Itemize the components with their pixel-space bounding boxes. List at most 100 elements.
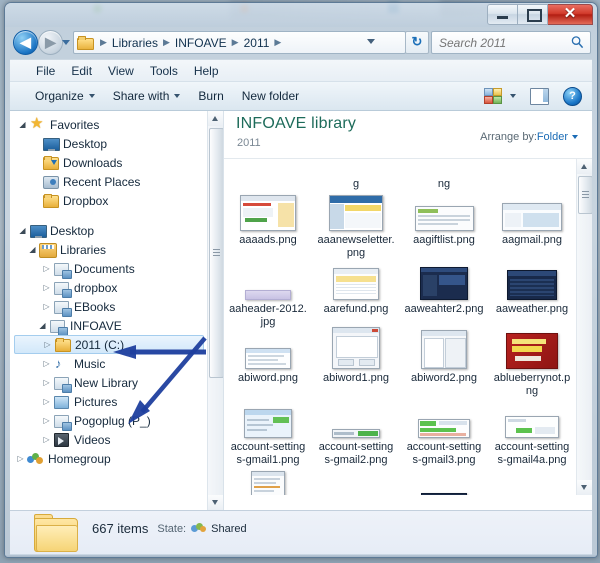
sidebar-item-2011[interactable]: ▷ 2011 (C:) — [14, 335, 204, 354]
file-item[interactable]: aaanewseletter.png — [312, 191, 400, 260]
file-item[interactable]: ng — [400, 159, 488, 191]
menu-item-tools[interactable]: Tools — [142, 62, 186, 80]
expand-toggle-icon[interactable]: ◢ — [26, 245, 39, 254]
file-item[interactable]: aagiftlist.png — [400, 191, 488, 260]
file-item[interactable]: abiword.png — [224, 329, 312, 398]
music-icon: ♪ — [55, 356, 62, 371]
scroll-down-button[interactable] — [208, 495, 223, 510]
expand-toggle-icon[interactable]: ▷ — [40, 264, 53, 273]
file-item[interactable] — [224, 467, 312, 495]
sidebar-item-downloads[interactable]: Downloads — [10, 153, 208, 172]
expand-toggle-icon[interactable]: ▷ — [40, 397, 53, 406]
menu-item-file[interactable]: File — [28, 62, 63, 80]
search-input[interactable] — [432, 34, 569, 51]
refresh-button[interactable]: ↻ — [405, 31, 429, 54]
minimize-button[interactable] — [487, 4, 518, 25]
sidebar-item-desktop[interactable]: ◢ Desktop — [10, 221, 208, 240]
sidebar-item-infoave[interactable]: ◢ INFOAVE — [10, 316, 208, 336]
file-item[interactable]: aaaads.png — [224, 191, 312, 260]
maximize-button[interactable] — [518, 4, 548, 25]
menu-item-view[interactable]: View — [100, 62, 142, 80]
back-button[interactable]: ◀ — [13, 30, 38, 55]
sidebar-item-ebooks[interactable]: ▷ EBooks — [10, 297, 208, 317]
forward-button[interactable]: ▶ — [38, 30, 63, 55]
breadcrumb-libraries[interactable]: Libraries — [111, 36, 159, 50]
scroll-down-button[interactable] — [577, 480, 592, 495]
expand-toggle-icon[interactable]: ▷ — [14, 454, 27, 463]
file-item[interactable]: ablueberrynot.png — [488, 329, 576, 398]
file-item[interactable]: account-settings-gmail2.png — [312, 398, 400, 467]
views-icon[interactable] — [484, 88, 502, 104]
file-item[interactable] — [488, 467, 576, 495]
file-thumbnail — [414, 206, 474, 231]
scroll-up-button[interactable] — [577, 159, 592, 174]
file-item[interactable]: aagmail.png — [488, 191, 576, 260]
menu-item-help[interactable]: Help — [186, 62, 227, 80]
file-grid[interactable]: g ng aaaads.png aaanewseletter.png aagif… — [224, 159, 576, 495]
address-bar[interactable]: ▶ Libraries ▶ INFOAVE ▶ 2011 ▶ — [73, 31, 406, 54]
sidebar-item-pogoplug[interactable]: ▷ Pogoplug (P_) — [10, 411, 208, 431]
file-item[interactable]: abiword1.png — [312, 327, 400, 398]
file-item[interactable]: account-settings-gmail3.png — [400, 398, 488, 467]
expand-toggle-icon[interactable]: ◢ — [36, 321, 49, 330]
expand-toggle-icon[interactable]: ▷ — [40, 302, 53, 311]
expand-toggle-icon[interactable]: ▷ — [40, 283, 53, 292]
breadcrumb-2011[interactable]: 2011 — [243, 36, 271, 50]
sidebar-item-label: EBooks — [74, 299, 116, 314]
sidebar-item-favorites[interactable]: ◢ ★ Favorites — [10, 115, 208, 134]
sidebar-item-homegroup[interactable]: ▷ Homegroup — [10, 449, 208, 468]
arrange-by-dropdown[interactable]: Folder — [537, 131, 578, 143]
file-item[interactable] — [488, 159, 576, 191]
breadcrumb-infoave[interactable]: INFOAVE — [174, 36, 228, 50]
file-name: aaaads.png — [239, 234, 297, 246]
file-item[interactable]: aaweather.png — [488, 260, 576, 329]
scroll-up-button[interactable] — [208, 111, 223, 126]
expand-toggle-icon[interactable]: ◢ — [16, 120, 29, 129]
sidebar-item-videos[interactable]: ▷ Videos — [10, 430, 208, 449]
sidebar-item-recent-places[interactable]: Recent Places — [10, 172, 208, 191]
expand-toggle-icon[interactable]: ◢ — [16, 226, 29, 235]
preview-pane-icon[interactable] — [530, 87, 549, 105]
sidebar-item-libraries[interactable]: ◢ Libraries — [10, 240, 208, 259]
help-icon[interactable]: ? — [563, 86, 582, 106]
file-item[interactable]: g — [312, 159, 400, 191]
expand-toggle-icon[interactable]: ▷ — [40, 435, 53, 444]
sidebar-item-new-library[interactable]: ▷ New Library — [10, 373, 208, 393]
file-item[interactable] — [224, 159, 312, 191]
expand-toggle-icon[interactable]: ▷ — [40, 359, 53, 368]
new-folder-button[interactable]: New folder — [233, 86, 308, 106]
address-dropdown-icon[interactable] — [367, 39, 375, 44]
sidebar-item-dropbox[interactable]: ▷ dropbox — [10, 278, 208, 298]
file-name: aarefund.png — [323, 303, 389, 315]
navigation-pane-scrollbar[interactable] — [207, 111, 223, 510]
sidebar-item-desktop-fav[interactable]: Desktop — [10, 134, 208, 153]
history-dropdown-icon[interactable] — [62, 40, 70, 45]
file-item[interactable]: abiword2.png — [400, 329, 488, 398]
file-item[interactable]: aarefund.png — [312, 260, 400, 329]
expand-toggle-icon[interactable]: ▷ — [41, 340, 54, 349]
menu-item-edit[interactable]: Edit — [63, 62, 100, 80]
file-item[interactable]: account-settings-gmail4a.png — [488, 398, 576, 467]
burn-button[interactable]: Burn — [189, 86, 232, 106]
file-item[interactable]: aaheader-2012.jpg — [224, 260, 312, 329]
file-grid-scrollbar[interactable] — [576, 159, 592, 495]
close-button[interactable]: ✕ — [548, 4, 593, 25]
organize-button[interactable]: Organize — [26, 86, 104, 106]
scrollbar-thumb[interactable] — [209, 128, 223, 378]
scrollbar-thumb[interactable] — [578, 176, 592, 214]
file-item[interactable] — [312, 467, 400, 495]
sidebar-item-pictures[interactable]: ▷ Pictures — [10, 392, 208, 411]
views-dropdown-icon[interactable] — [510, 94, 516, 98]
file-item[interactable] — [400, 467, 488, 495]
sidebar-item-documents[interactable]: ▷ Documents — [10, 259, 208, 279]
sidebar-item-music[interactable]: ▷ ♪ Music — [10, 354, 208, 373]
share-with-button[interactable]: Share with — [104, 86, 190, 106]
search-box[interactable] — [431, 31, 591, 54]
forward-arrow-icon: ▶ — [45, 34, 56, 50]
file-name: abiword2.png — [410, 372, 478, 384]
sidebar-item-dropbox-fav[interactable]: Dropbox — [10, 191, 208, 210]
expand-toggle-icon[interactable]: ▷ — [40, 378, 53, 387]
expand-toggle-icon[interactable]: ▷ — [40, 416, 53, 425]
file-item[interactable]: aaweahter2.png — [400, 260, 488, 329]
file-item[interactable]: account-settings-gmail1.png — [224, 398, 312, 467]
